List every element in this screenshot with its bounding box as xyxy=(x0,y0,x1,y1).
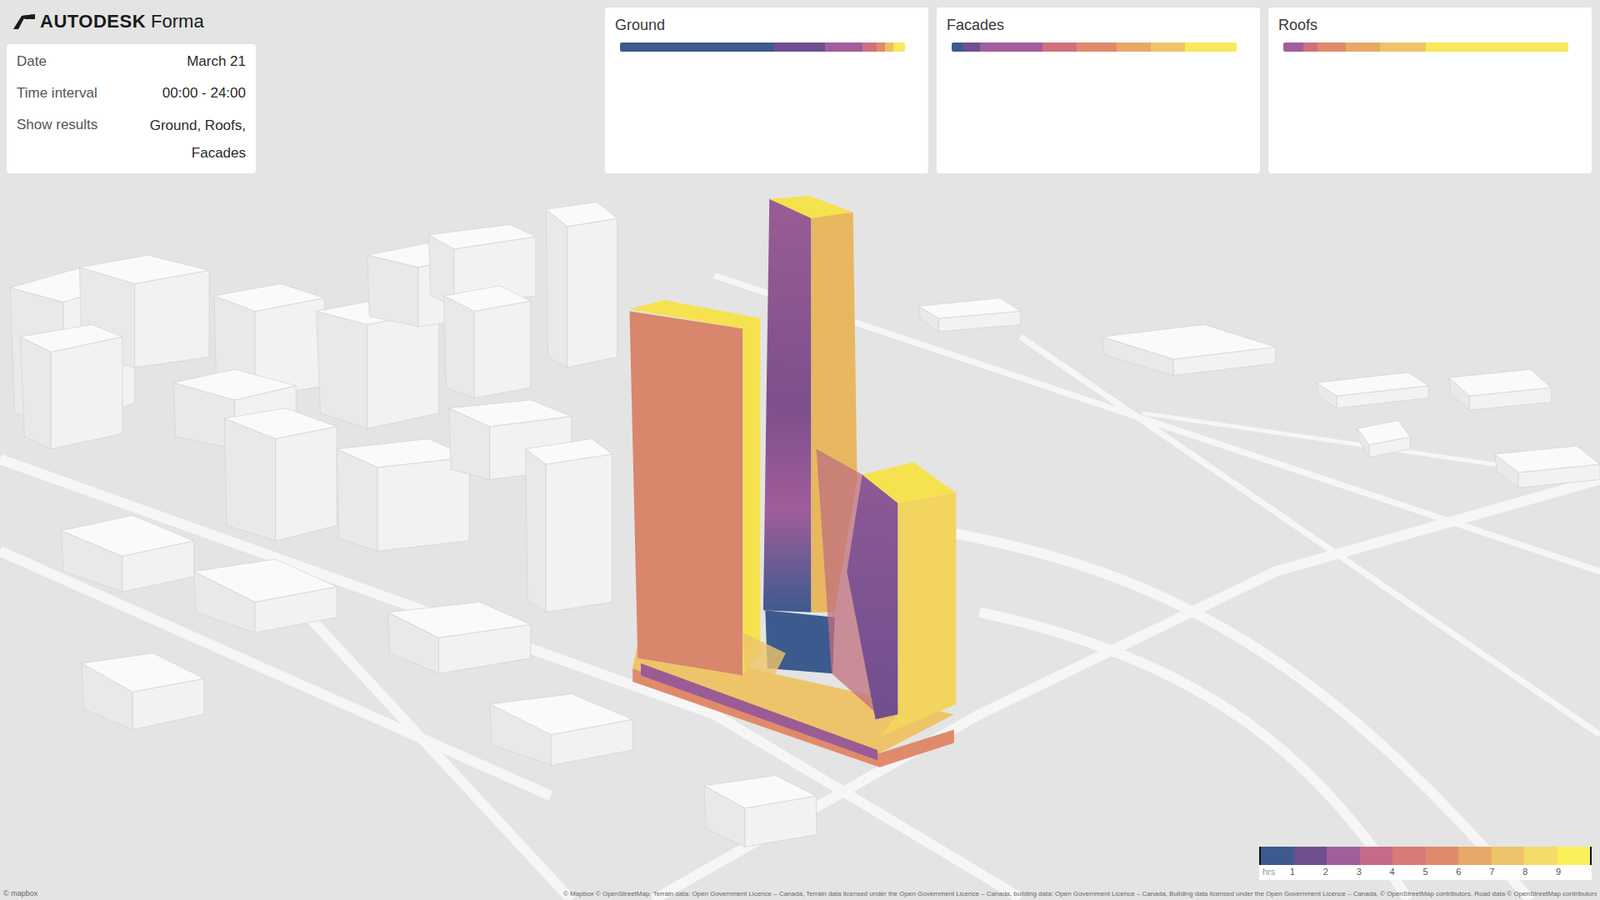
context-building xyxy=(525,439,613,613)
legend-bar xyxy=(620,42,905,52)
scale-legend: hrs123456789 xyxy=(1259,846,1592,880)
context-building xyxy=(1495,445,1600,488)
scale-tick: 7 xyxy=(1491,866,1525,877)
legend-title: Facades xyxy=(946,16,1250,35)
legend-segment xyxy=(1317,42,1346,52)
scale-cell xyxy=(1557,846,1591,865)
legend-segment xyxy=(620,42,775,52)
context-building xyxy=(918,298,1020,332)
app-logo[interactable]: AUTODESKForma xyxy=(6,7,256,36)
context-building xyxy=(60,515,194,592)
info-label: Show results xyxy=(16,115,98,135)
overlay: AUTODESKForma Date March 21 Time interval 00… xyxy=(0,0,1600,174)
legend-segment xyxy=(1425,42,1569,52)
info-value: 00:00 - 24:00 xyxy=(162,84,246,103)
legend-segment xyxy=(980,42,1043,52)
scale-unit: hrs xyxy=(1259,866,1293,877)
attribution: © Mapbox © OpenStreetMap, Terrain data: … xyxy=(563,890,1597,898)
scale-cell xyxy=(1425,846,1460,865)
context-building xyxy=(224,408,337,541)
legend-bar xyxy=(1283,42,1569,52)
context-building xyxy=(20,324,122,449)
context-building xyxy=(336,439,470,552)
scale-cell xyxy=(1524,846,1558,865)
context-building xyxy=(194,559,337,633)
scale-bar xyxy=(1259,846,1592,865)
legend-segment xyxy=(1042,42,1077,52)
legend-segment xyxy=(1303,42,1318,52)
autodesk-logo-icon xyxy=(13,14,35,30)
scale-cell xyxy=(1360,846,1394,865)
context-building xyxy=(1316,372,1430,409)
scale-tick: 4 xyxy=(1392,866,1426,877)
legend-segment xyxy=(862,42,877,52)
context-building xyxy=(81,653,205,730)
context-building xyxy=(545,201,618,367)
brand-name: AUTODESK xyxy=(40,10,146,33)
legend-segment xyxy=(1380,42,1426,52)
legend-segment xyxy=(1116,42,1151,52)
legend-segment xyxy=(1283,42,1304,52)
left-column: AUTODESKForma Date March 21 Time interval 00… xyxy=(6,7,256,174)
legend-segment xyxy=(963,42,981,52)
info-row: Time interval 00:00 - 24:00 xyxy=(16,84,246,103)
context-building xyxy=(1101,324,1275,375)
legend-segment xyxy=(1345,42,1380,52)
scale-cell xyxy=(1260,846,1295,865)
info-label: Date xyxy=(16,52,47,71)
scale-tick: 9 xyxy=(1558,866,1592,877)
legend-card[interactable]: Roofs xyxy=(1268,7,1592,174)
legend-segment xyxy=(774,42,826,52)
legend-segment xyxy=(1185,42,1237,52)
scale-tick: 1 xyxy=(1292,866,1326,877)
context-building xyxy=(490,694,633,766)
forma-screen: AUTODESKForma Date March 21 Time interval 00… xyxy=(0,0,1600,900)
scale-cell xyxy=(1491,846,1525,865)
scale-cell xyxy=(1326,846,1360,865)
product-name: Forma xyxy=(150,10,205,33)
scale-cell xyxy=(1458,846,1492,865)
scale-tick: 6 xyxy=(1458,866,1492,877)
legend-segment xyxy=(893,42,905,52)
legend-cards: Ground Facades Roofs xyxy=(605,7,1592,174)
info-value: Ground, Roofs, Facades xyxy=(137,111,246,167)
context-building xyxy=(444,285,531,399)
legend-segment xyxy=(876,42,885,52)
legend-bar xyxy=(951,42,1237,52)
scale-cell xyxy=(1392,846,1426,865)
scale-tick: 2 xyxy=(1325,866,1360,877)
info-label: Time interval xyxy=(16,84,98,103)
ground-plane xyxy=(0,0,1600,900)
info-row: Show resultsGround, Roofs, Facades xyxy=(16,115,246,167)
scale-tick: 8 xyxy=(1525,866,1559,877)
context-building xyxy=(1357,420,1411,457)
context-building xyxy=(704,775,817,848)
context-building xyxy=(387,601,530,674)
legend-card[interactable]: Ground xyxy=(605,7,929,174)
info-panel: Date March 21 Time interval 00:00 - 24:00 Sh… xyxy=(6,44,256,174)
info-value: March 21 xyxy=(186,52,246,71)
legend-title: Ground xyxy=(615,16,919,35)
analysed-towers[interactable] xyxy=(630,195,957,768)
legend-title: Roofs xyxy=(1278,16,1582,35)
legend-card[interactable]: Facades xyxy=(936,7,1260,174)
info-row: Date March 21 xyxy=(16,52,246,71)
legend-segment xyxy=(951,42,964,52)
context-building xyxy=(1449,369,1551,410)
legend-segment xyxy=(885,42,894,52)
scale-cell xyxy=(1294,846,1328,865)
legend-segment xyxy=(1150,42,1185,52)
scale-labels: hrs123456789 xyxy=(1259,865,1592,879)
scale-tick: 3 xyxy=(1359,866,1393,877)
scale-tick: 5 xyxy=(1425,866,1460,877)
map-credit: © mapbox xyxy=(3,889,38,898)
legend-segment xyxy=(825,42,862,52)
legend-segment xyxy=(1076,42,1117,52)
